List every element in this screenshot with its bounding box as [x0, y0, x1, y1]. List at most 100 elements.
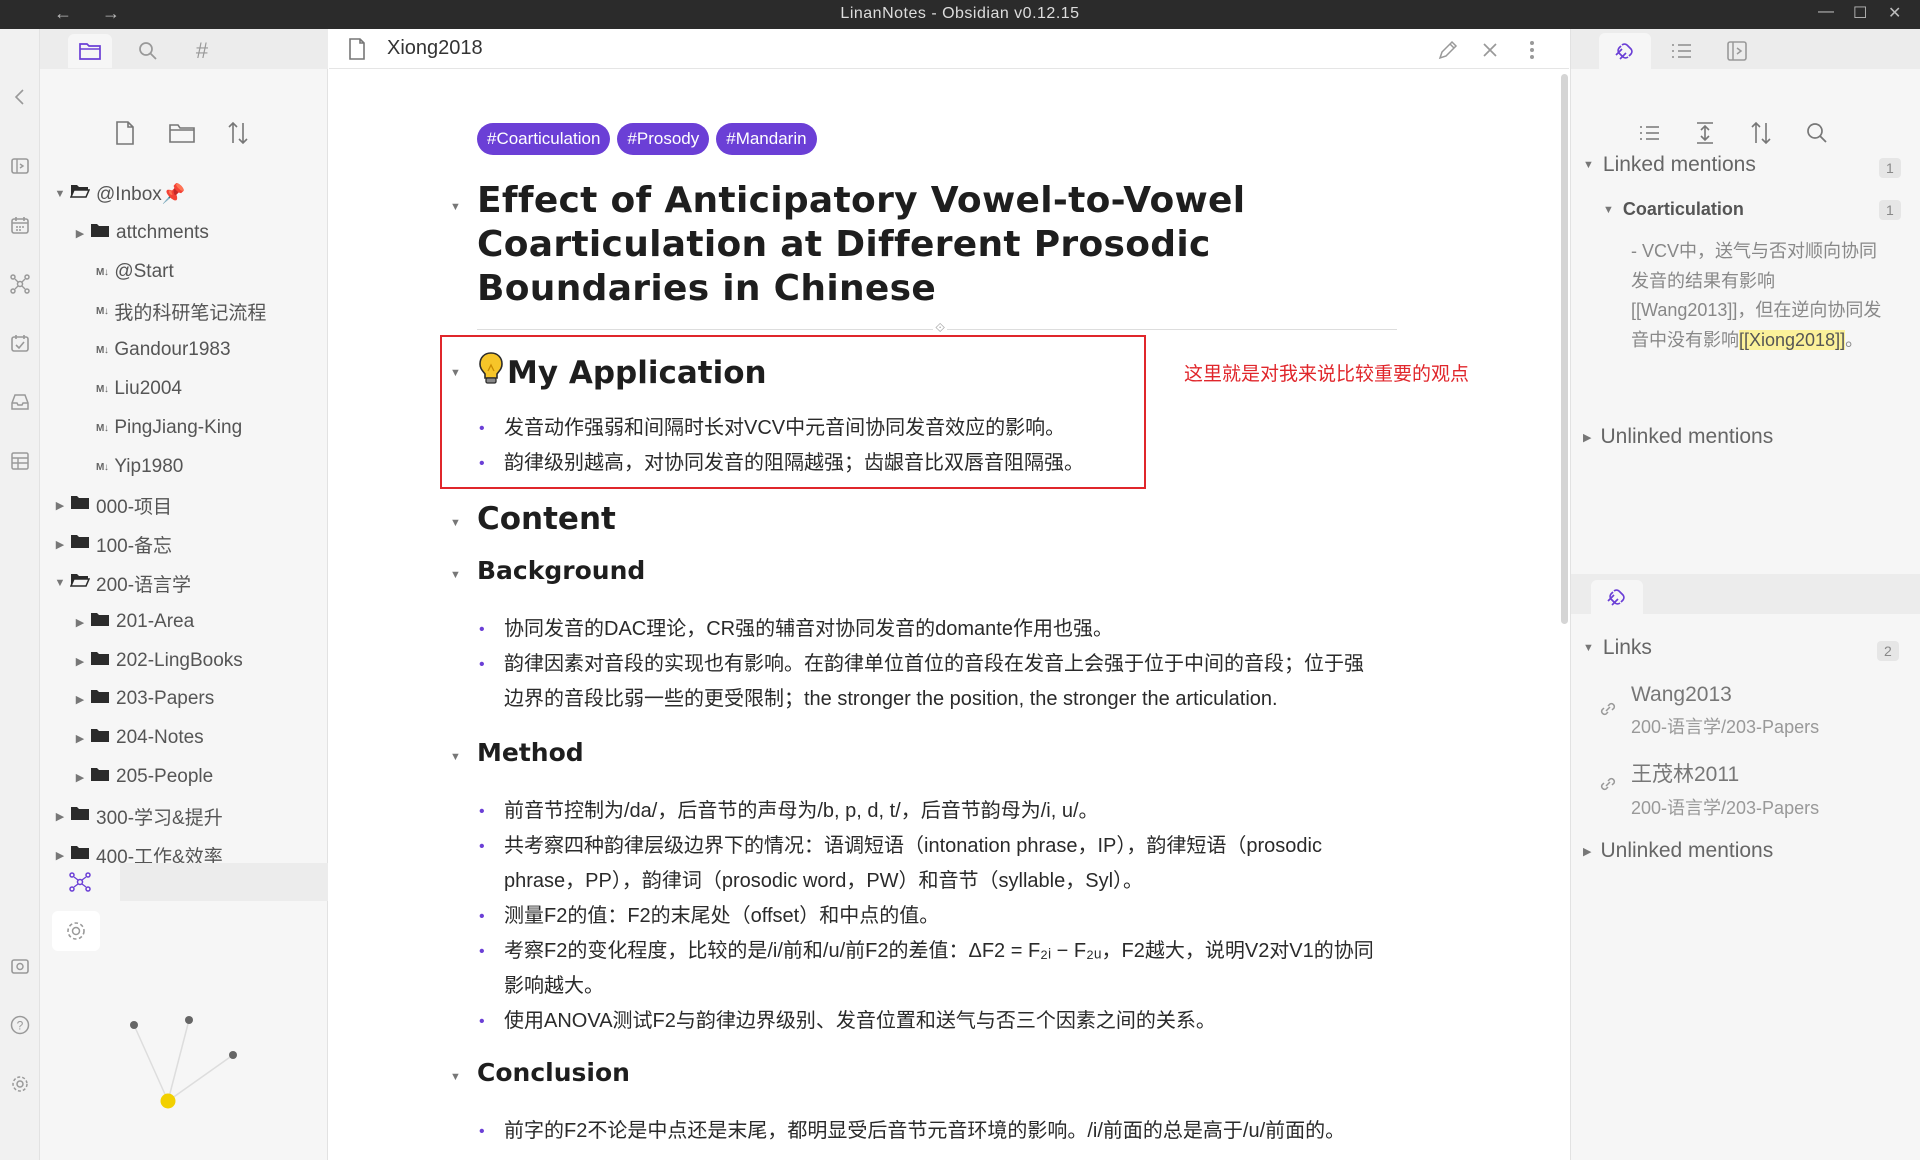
- list-item: • 前字的F2不论是中点还是末尾，都明显受后音节元音环境的影响。/i/前面的总是高…: [479, 1114, 1399, 1149]
- graph-node[interactable]: [130, 1021, 138, 1029]
- tree-item-label: 200-语言学: [96, 574, 192, 596]
- minimize-icon[interactable]: —: [1818, 3, 1834, 21]
- tree-folder-203[interactable]: ▶ 203-Papers: [70, 684, 214, 714]
- tree-note-yip1980[interactable]: M↓ Yip1980: [96, 452, 183, 482]
- unlinked-mentions-header[interactable]: ▶ Unlinked mentions: [1583, 425, 1773, 449]
- chevron-down-icon: ▼: [54, 577, 66, 589]
- collapse-heading-icon[interactable]: ▼: [450, 1071, 461, 1083]
- tag-row: #Coarticulation #Prosody #Mandarin: [477, 123, 817, 155]
- edit-pencil-icon[interactable]: [1435, 37, 1461, 63]
- kanban-table-icon[interactable]: [6, 447, 34, 475]
- tab-tags[interactable]: #: [180, 34, 224, 68]
- editor-pane: Xiong2018 #Coarticulation #Prosody #Mand…: [329, 29, 1569, 1160]
- inbox-icon[interactable]: [6, 388, 34, 416]
- tree-folder-inbox[interactable]: ▼ @Inbox📌: [50, 179, 186, 209]
- tree-folder-000[interactable]: ▶ 000-项目: [50, 490, 172, 520]
- outgoing-link-item[interactable]: Wang2013 200-语言学/203-Papers: [1631, 683, 1819, 739]
- tree-item-label: 000-项目: [96, 496, 173, 518]
- tag-pill[interactable]: #Mandarin: [716, 123, 817, 155]
- chevron-down-icon: ▼: [54, 188, 66, 200]
- graph-node[interactable]: [185, 1016, 193, 1024]
- tree-folder-200[interactable]: ▼ 200-语言学: [50, 568, 191, 598]
- tree-item-label: attchments: [116, 222, 209, 243]
- markdown-icon: M↓: [96, 461, 109, 473]
- mention-source-header[interactable]: ▼ Coarticulation: [1603, 199, 1744, 220]
- chevron-right-icon: ▶: [75, 655, 85, 668]
- outgoing-link-item[interactable]: 王茂林2011 200-语言学/203-Papers: [1631, 758, 1819, 820]
- list-item: • 协同发音的DAC理论，CR强的辅音对协同发音的domante作用也强。: [479, 612, 1399, 647]
- graph-settings-gear-icon[interactable]: [52, 911, 100, 951]
- collapse-heading-icon[interactable]: ▼: [450, 517, 461, 529]
- list-item: • 测量F2的值：F2的末尾处（offset）和中点的值。: [479, 899, 1399, 934]
- more-options-icon[interactable]: [1519, 37, 1545, 63]
- note-tab-title[interactable]: Xiong2018: [387, 37, 483, 60]
- title-bar: ← → LinanNotes - Obsidian v0.12.15 — ☐ ✕: [0, 0, 1920, 29]
- tree-folder-201[interactable]: ▶ 201-Area: [70, 607, 194, 637]
- chevron-right-icon: ▶: [75, 771, 85, 784]
- tab-outline[interactable]: [1655, 33, 1707, 69]
- highlighted-link[interactable]: [[Xiong2018]]: [1739, 329, 1846, 350]
- chevron-down-icon: ▼: [1583, 642, 1594, 654]
- sort-button[interactable]: [222, 117, 254, 149]
- tree-folder-202[interactable]: ▶ 202-LingBooks: [70, 646, 243, 676]
- new-note-button[interactable]: [109, 117, 141, 149]
- markdown-icon: M↓: [96, 383, 109, 395]
- close-tab-icon[interactable]: [1477, 37, 1503, 63]
- tab-outgoing-links[interactable]: [1591, 580, 1643, 614]
- chevron-right-icon: ▶: [75, 693, 85, 706]
- tree-folder-100[interactable]: ▶ 100-备忘: [50, 529, 172, 559]
- calendar-check-icon[interactable]: [6, 329, 34, 357]
- tree-folder-attchments[interactable]: ▶ attchments: [70, 218, 209, 248]
- tree-folder-204[interactable]: ▶ 204-Notes: [70, 723, 204, 753]
- tree-note-start[interactable]: M↓ @Start: [96, 257, 174, 287]
- sort-backlinks-icon[interactable]: [1745, 117, 1777, 149]
- maximize-icon[interactable]: ☐: [1853, 3, 1867, 23]
- links-header[interactable]: ▼ Links: [1583, 636, 1652, 660]
- list-item: • 前音节控制为/da/，后音节的声母为/b, p, d, t/，后音节韵母为/i…: [479, 794, 1399, 829]
- list-item: • 使用ANOVA测试F2与韵律边界级别、发音位置和送气与否三个因素之间的关系。: [479, 1004, 1399, 1039]
- close-window-icon[interactable]: ✕: [1888, 3, 1901, 23]
- tree-item-label: @Start: [114, 261, 174, 282]
- tree-folder-205[interactable]: ▶ 205-People: [70, 762, 213, 792]
- heading-background: Background: [477, 556, 646, 585]
- collapse-heading-icon[interactable]: ▼: [450, 201, 461, 213]
- settings-gear-icon[interactable]: [6, 1070, 34, 1098]
- tab-local-graph[interactable]: [40, 863, 120, 901]
- tab-outgoing-links[interactable]: [1711, 33, 1763, 69]
- linked-mentions-header[interactable]: ▼ Linked mentions: [1583, 153, 1756, 177]
- graph-node-current[interactable]: [160, 1093, 176, 1109]
- tab-file-explorer[interactable]: [68, 34, 112, 68]
- folder-icon: [90, 727, 110, 749]
- link-chain-icon: [1598, 774, 1618, 799]
- new-folder-button[interactable]: [166, 117, 198, 149]
- collapse-sidebar-icon[interactable]: [6, 83, 34, 111]
- tab-search[interactable]: [126, 34, 170, 68]
- bullet-icon: •: [479, 455, 485, 472]
- tab-backlinks[interactable]: [1599, 33, 1651, 69]
- collapse-results-icon[interactable]: [1633, 117, 1665, 149]
- graph-view-icon[interactable]: [6, 270, 34, 298]
- tag-pill[interactable]: #Prosody: [617, 123, 710, 155]
- tree-note-workflow[interactable]: M↓ 我的科研笔记流程: [96, 296, 266, 326]
- unlinked-mentions-header[interactable]: ▶ Unlinked mentions: [1583, 839, 1773, 863]
- tree-note-gandour1983[interactable]: M↓ Gandour1983: [96, 335, 231, 365]
- local-graph-canvas[interactable]: [40, 969, 328, 1129]
- mention-context[interactable]: - VCV中，送气与否对顺向协同发音的结果有影响[[Wang2013]]，但在逆…: [1631, 237, 1891, 355]
- tree-note-liu2004[interactable]: M↓ Liu2004: [96, 374, 182, 404]
- help-icon[interactable]: ?: [6, 1011, 34, 1039]
- search-icon[interactable]: [1801, 117, 1833, 149]
- collapse-heading-icon[interactable]: ▼: [450, 367, 461, 379]
- vault-icon[interactable]: [6, 952, 34, 980]
- tree-folder-300[interactable]: ▶ 300-学习&提升: [50, 801, 223, 831]
- list-item: • 韵律级别越高，对协同发音的阻隔越强；齿龈音比双唇音阻隔强。: [479, 446, 1399, 481]
- editor-scrollbar[interactable]: [1561, 74, 1568, 624]
- daily-notes-calendar-icon[interactable]: [6, 211, 34, 239]
- expand-context-icon[interactable]: [1689, 117, 1721, 149]
- tree-note-pingjiang-king[interactable]: M↓ PingJiang-King: [96, 413, 242, 443]
- collapse-heading-icon[interactable]: ▼: [450, 751, 461, 763]
- collapse-heading-icon[interactable]: ▼: [450, 569, 461, 581]
- open-quick-switcher-icon[interactable]: [6, 152, 34, 180]
- graph-node[interactable]: [229, 1051, 237, 1059]
- chevron-down-icon: ▼: [1583, 159, 1594, 171]
- tag-pill[interactable]: #Coarticulation: [477, 123, 611, 155]
